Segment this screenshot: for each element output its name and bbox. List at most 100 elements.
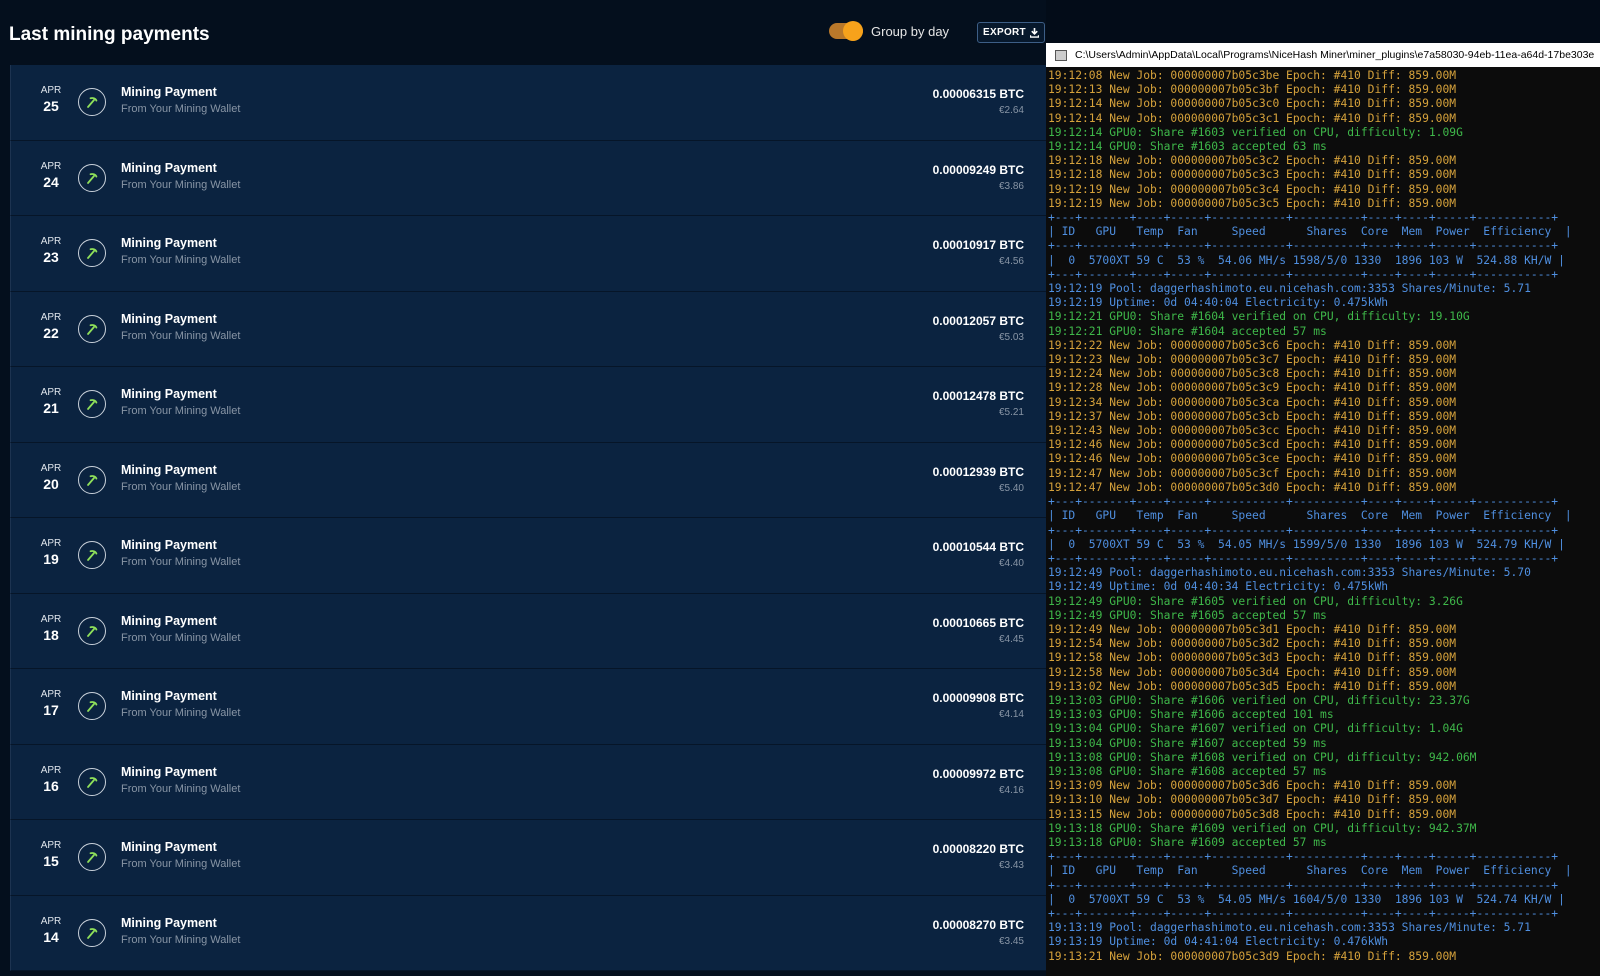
payment-row[interactable]: APR 19 Mining Payment From Your Mining Wall… <box>10 518 1046 594</box>
payment-source: From Your Mining Wallet <box>121 254 241 266</box>
payment-source: From Your Mining Wallet <box>121 782 241 795</box>
console-line: 19:12:18 New Job: 000000007b05c3c2 Epoch… <box>1048 154 1457 168</box>
miner-console-window: C:\Users\Admin\AppData\Local\Programs\Ni… <box>1046 43 1600 976</box>
console-line: 19:13:19 Pool: daggerhashimoto.eu.niceha… <box>1048 921 1531 935</box>
console-line: 19:12:21 GPU0: Share #1604 verified on C… <box>1048 310 1470 324</box>
payment-title: Mining Payment <box>121 462 217 477</box>
payment-month: APR <box>40 915 62 927</box>
payment-month: APR <box>40 236 62 247</box>
console-line: | 0 5700XT 59 C 53 % 54.05 MH/s 1599/5/0… <box>1048 537 1565 551</box>
console-line: +---+-------+----+-----+-----------+----… <box>1048 850 1559 864</box>
payment-day: 25 <box>43 98 59 114</box>
console-line: 19:12:34 New Job: 000000007b05c3ca Epoch… <box>1048 395 1457 409</box>
payment-date: APR 24 <box>31 161 71 191</box>
payment-source: From Your Mining Wallet <box>121 858 241 870</box>
console-titlebar[interactable]: C:\Users\Admin\AppData\Local\Programs\Ni… <box>1046 43 1600 67</box>
console-line: 19:13:19 Uptime: 0d 04:41:04 Electricity… <box>1048 935 1389 949</box>
console-line: 19:12:43 New Job: 000000007b05c3cc Epoch… <box>1048 424 1457 438</box>
console-line: 19:12:54 New Job: 000000007b05c3d2 Epoch… <box>1048 637 1457 651</box>
console-line: +---+-------+----+-----+-----------+----… <box>1048 211 1559 225</box>
group-by-day-toggle[interactable] <box>829 21 863 41</box>
payment-amount-btc: 0.00012939 BTC <box>932 464 1024 479</box>
payment-amount-eur: €4.40 <box>998 558 1024 569</box>
console-line: 19:12:47 New Job: 000000007b05c3d0 Epoch… <box>1048 480 1457 494</box>
console-line: 19:13:10 New Job: 000000007b05c3d7 Epoch… <box>1048 793 1457 807</box>
console-line: 19:13:04 GPU0: Share #1607 verified on C… <box>1048 722 1463 736</box>
console-line: 19:13:15 New Job: 000000007b05c3d8 Epoch… <box>1048 807 1457 821</box>
payment-row[interactable]: APR 14 Mining Payment From Your Mining Wall… <box>10 895 1046 971</box>
payment-amount-eur: €3.43 <box>998 860 1024 871</box>
payment-date: APR 19 <box>31 538 71 568</box>
console-line: 19:13:03 GPU0: Share #1606 accepted 101 … <box>1048 708 1334 722</box>
console-line: 19:12:37 New Job: 000000007b05c3cb Epoch… <box>1048 409 1457 423</box>
payment-day: 24 <box>43 173 59 190</box>
payment-title: Mining Payment <box>121 387 217 401</box>
console-line: 19:13:04 GPU0: Share #1607 accepted 59 m… <box>1048 736 1327 750</box>
console-line: | ID GPU Temp Fan Speed Shares Core Mem … <box>1048 225 1572 239</box>
payment-day: 17 <box>43 702 59 718</box>
payment-row[interactable]: APR 25 Mining Payment From Your Mining Wall… <box>10 65 1046 141</box>
console-line: 19:12:47 New Job: 000000007b05c3cf Epoch… <box>1048 466 1457 480</box>
console-line: 19:13:18 GPU0: Share #1609 verified on C… <box>1048 821 1477 835</box>
payment-row[interactable]: APR 20 Mining Payment From Your Mining Wall… <box>10 442 1046 518</box>
payment-row[interactable]: APR 15 Mining Payment From Your Mining Wall… <box>10 820 1046 896</box>
payment-month: APR <box>40 85 62 96</box>
payment-title: Mining Payment <box>121 538 217 552</box>
payment-month: APR <box>40 538 62 549</box>
payment-date: APR 23 <box>31 236 71 266</box>
console-line: 19:12:19 New Job: 000000007b05c3c5 Epoch… <box>1048 196 1457 210</box>
payment-row[interactable]: APR 22 Mining Payment From Your Mining Wall… <box>10 291 1046 367</box>
console-line: 19:13:02 New Job: 000000007b05c3d5 Epoch… <box>1048 679 1457 693</box>
payment-amount-eur: €3.45 <box>998 935 1024 947</box>
payment-day: 21 <box>43 400 59 416</box>
payment-month: APR <box>40 764 62 776</box>
console-line: 19:12:21 GPU0: Share #1604 accepted 57 m… <box>1048 324 1327 338</box>
pickaxe-icon <box>78 541 106 569</box>
payment-title: Mining Payment <box>121 85 217 99</box>
payment-amount-btc: 0.00012478 BTC <box>932 389 1024 403</box>
payment-amount-btc: 0.00009249 BTC <box>932 162 1024 177</box>
toggle-knob <box>843 21 863 41</box>
payment-month: APR <box>40 387 62 398</box>
pickaxe-icon <box>78 390 106 418</box>
payment-date: APR 15 <box>31 840 71 870</box>
payment-row[interactable]: APR 23 Mining Payment From Your Mining Wall… <box>10 216 1046 292</box>
console-line: | 0 5700XT 59 C 53 % 54.06 MH/s 1598/5/0… <box>1048 253 1565 267</box>
payment-amount-eur: €4.56 <box>998 256 1024 267</box>
payment-row[interactable]: APR 18 Mining Payment From Your Mining Wall… <box>10 593 1046 669</box>
pickaxe-icon <box>78 918 106 947</box>
payment-month: APR <box>40 160 62 172</box>
console-line: 19:13:08 GPU0: Share #1608 verified on C… <box>1048 750 1477 764</box>
console-line: +---+-------+----+-----+-----------+----… <box>1048 878 1559 892</box>
payment-amount-eur: €3.86 <box>998 180 1024 192</box>
payment-row[interactable]: APR 16 Mining Payment From Your Mining Wall… <box>10 744 1046 820</box>
payment-row[interactable]: APR 24 Mining Payment From Your Mining Wall… <box>10 140 1046 216</box>
payment-source: From Your Mining Wallet <box>121 178 241 191</box>
payment-amount-eur: €4.45 <box>998 633 1024 645</box>
export-button[interactable]: EXPORT <box>977 22 1045 43</box>
console-line: 19:12:49 GPU0: Share #1605 accepted 57 m… <box>1048 608 1327 622</box>
pickaxe-icon <box>78 767 106 796</box>
console-line: 19:12:13 New Job: 000000007b05c3bf Epoch… <box>1048 83 1457 97</box>
payment-date: APR 16 <box>31 765 71 795</box>
payment-title: Mining Payment <box>121 915 217 930</box>
payment-month: APR <box>40 462 62 474</box>
payment-day: 23 <box>43 249 59 265</box>
payment-amount-eur: €4.14 <box>998 709 1024 720</box>
payment-month: APR <box>40 689 62 700</box>
console-line: 19:12:24 New Job: 000000007b05c3c8 Epoch… <box>1048 367 1457 381</box>
pickaxe-icon <box>78 616 106 645</box>
payment-row[interactable]: APR 17 Mining Payment From Your Mining Wall… <box>10 669 1046 745</box>
console-line: 19:12:49 Uptime: 0d 04:40:34 Electricity… <box>1048 580 1389 594</box>
console-line: 19:13:21 New Job: 000000007b05c3d9 Epoch… <box>1048 949 1457 963</box>
pickaxe-icon <box>78 88 106 116</box>
payment-date: APR 22 <box>31 312 71 342</box>
console-line: +---+-------+----+-----+-----------+----… <box>1048 267 1559 281</box>
console-line: +---+-------+----+-----+-----------+----… <box>1048 495 1559 509</box>
payment-date: APR 14 <box>31 916 71 946</box>
payments-panel: Last mining payments Group by day EXPORT… <box>0 0 1046 976</box>
payment-amount-btc: 0.00010665 BTC <box>932 615 1024 630</box>
payment-title: Mining Payment <box>121 689 217 703</box>
payment-title: Mining Payment <box>121 236 217 250</box>
payment-row[interactable]: APR 21 Mining Payment From Your Mining Wall… <box>10 367 1046 443</box>
